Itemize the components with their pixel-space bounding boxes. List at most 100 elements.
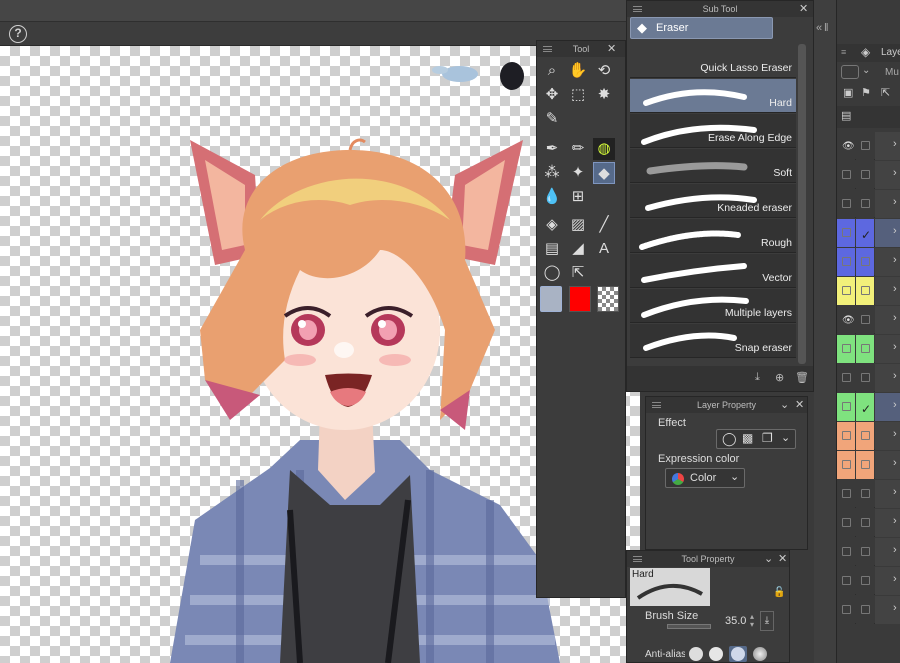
layer-row[interactable]: ›	[837, 190, 900, 218]
layer-visibility-cell[interactable]	[837, 422, 855, 450]
close-icon[interactable]: ✕	[778, 551, 787, 567]
layer-lock-cell[interactable]	[856, 538, 874, 566]
selection-tool-icon[interactable]: ⬚	[567, 84, 589, 106]
lock-icon[interactable]: 🔓	[773, 587, 785, 598]
layer-visibility-cell[interactable]	[837, 538, 855, 566]
layer-visibility-cell[interactable]	[837, 335, 855, 363]
close-icon[interactable]: ✕	[799, 1, 808, 17]
layer-effect-icon[interactable]: ❐	[762, 431, 773, 445]
layer-row[interactable]: ›	[837, 538, 900, 566]
collapse-left-icon[interactable]: «	[816, 22, 822, 34]
layer-thumbnail-cell[interactable]: ›	[875, 219, 900, 247]
close-icon[interactable]: ✕	[607, 41, 616, 57]
subtool-item[interactable]: Snap eraser	[630, 324, 796, 358]
layer-visibility-cell[interactable]	[837, 161, 855, 189]
expression-color-dropdown[interactable]: Color ⌄	[665, 468, 745, 488]
reference-layer-icon[interactable]: ⚑	[861, 86, 871, 99]
balloon-tool-icon[interactable]: ◯	[541, 262, 563, 284]
layer-visibility-cell[interactable]	[837, 277, 855, 305]
subtool-scrollbar[interactable]	[798, 44, 806, 364]
subtool-item[interactable]: Quick Lasso Eraser	[630, 44, 796, 78]
layer-thumbnail-cell[interactable]: ›	[875, 248, 900, 276]
brush-size-value[interactable]: 35.0	[725, 615, 746, 627]
line-tool-icon[interactable]: ╱	[593, 214, 615, 236]
layer-row[interactable]: ›	[837, 480, 900, 508]
chevron-down-icon[interactable]: ⌄	[764, 551, 773, 567]
checkbox[interactable]	[842, 170, 851, 179]
layer-visibility-cell[interactable]	[837, 451, 855, 479]
layer-lock-cell[interactable]	[856, 248, 874, 276]
checkbox[interactable]	[861, 489, 870, 498]
checkbox[interactable]	[861, 460, 870, 469]
hand-tool-icon[interactable]: ✋	[567, 60, 589, 82]
layer-visibility-cell[interactable]	[837, 596, 855, 624]
layer-visibility-cell[interactable]	[837, 364, 855, 392]
pen-tool-icon[interactable]: ✒	[541, 138, 563, 160]
layer-visibility-cell[interactable]	[837, 567, 855, 595]
layer-row[interactable]: ›	[837, 248, 900, 276]
auto-select-tool-icon[interactable]: ✸	[593, 84, 615, 106]
checkbox[interactable]	[861, 518, 870, 527]
subtool-group-tab[interactable]: ◆ Eraser	[630, 17, 773, 39]
chevron-right-icon[interactable]: ›	[893, 341, 897, 353]
subtool-item[interactable]: Kneaded eraser	[630, 184, 796, 218]
layer-lock-cell[interactable]	[856, 132, 874, 160]
rotate-tool-icon[interactable]: ⟲	[593, 60, 615, 82]
layer-lock-cell[interactable]	[856, 364, 874, 392]
add-subtool-icon[interactable]: ⊕	[775, 371, 784, 384]
layer-thumbnail-cell[interactable]: ›	[875, 364, 900, 392]
move-tool-icon[interactable]: ✥	[541, 84, 563, 106]
checkbox[interactable]	[842, 373, 851, 382]
checkbox[interactable]	[861, 576, 870, 585]
zoom-tool-icon[interactable]: ⌕	[541, 60, 563, 82]
layer-thumbnail-cell[interactable]: ›	[875, 277, 900, 305]
chevron-right-icon[interactable]: ›	[893, 138, 897, 150]
layer-lock-cell[interactable]: ✓	[856, 219, 874, 247]
subtool-item[interactable]: Vector	[630, 254, 796, 288]
chevron-right-icon[interactable]: ›	[893, 515, 897, 527]
effect-buttons[interactable]: ◯ ▩ ❐ ⌄	[716, 429, 796, 449]
layer-clip-icon[interactable]: ▣	[843, 86, 853, 99]
chevron-right-icon[interactable]: ›	[893, 370, 897, 382]
layer-row[interactable]: 👁 ›	[837, 132, 900, 160]
blend-mode-value[interactable]: Mu	[885, 67, 899, 78]
chevron-right-icon[interactable]: ›	[893, 399, 897, 411]
frame-tool-icon[interactable]: ▤	[541, 238, 563, 260]
blend-mode-button[interactable]	[841, 65, 859, 79]
eye-icon[interactable]: 👁	[842, 315, 855, 326]
layer-thumbnail-cell[interactable]: ›	[875, 161, 900, 189]
layer-thumbnail-cell[interactable]: ›	[875, 335, 900, 363]
chevron-right-icon[interactable]: ›	[893, 573, 897, 585]
checkbox[interactable]	[861, 373, 870, 382]
chevron-right-icon[interactable]: ›	[893, 225, 897, 237]
main-color-swatch[interactable]	[540, 286, 562, 312]
eyedropper-tool-icon[interactable]: ✎	[541, 108, 563, 130]
layer-visibility-cell[interactable]: 👁	[837, 306, 855, 334]
subtool-item[interactable]: Hard	[630, 79, 796, 113]
layer-row[interactable]: ✓ ›	[837, 393, 900, 421]
layer-row[interactable]: ›	[837, 364, 900, 392]
layer-thumbnail-cell[interactable]: ›	[875, 567, 900, 595]
checkbox[interactable]	[842, 605, 851, 614]
eye-icon[interactable]: 👁	[842, 141, 855, 152]
checkbox[interactable]	[842, 460, 851, 469]
layer-thumbnail-cell[interactable]: ›	[875, 190, 900, 218]
sub-color-swatch[interactable]	[569, 286, 591, 312]
checkbox[interactable]	[861, 257, 870, 266]
layer-row[interactable]: ›	[837, 596, 900, 624]
checkbox[interactable]	[842, 228, 851, 237]
layer-lock-cell[interactable]: ✓	[856, 393, 874, 421]
checkbox[interactable]	[861, 547, 870, 556]
checkbox[interactable]	[861, 170, 870, 179]
layer-visibility-cell[interactable]	[837, 248, 855, 276]
antialias-strong-icon[interactable]	[753, 647, 767, 661]
chevron-down-icon[interactable]: ⌄	[781, 431, 790, 444]
layer-row[interactable]: ›	[837, 567, 900, 595]
chevron-right-icon[interactable]: ›	[893, 486, 897, 498]
layer-visibility-cell[interactable]	[837, 480, 855, 508]
layer-list-icon[interactable]: ▤	[841, 109, 851, 122]
panel-grip-icon[interactable]	[633, 556, 642, 562]
antialias-medium-icon[interactable]	[729, 646, 747, 662]
layer-thumbnail-cell[interactable]: ›	[875, 393, 900, 421]
close-icon[interactable]: ✕	[795, 397, 804, 413]
